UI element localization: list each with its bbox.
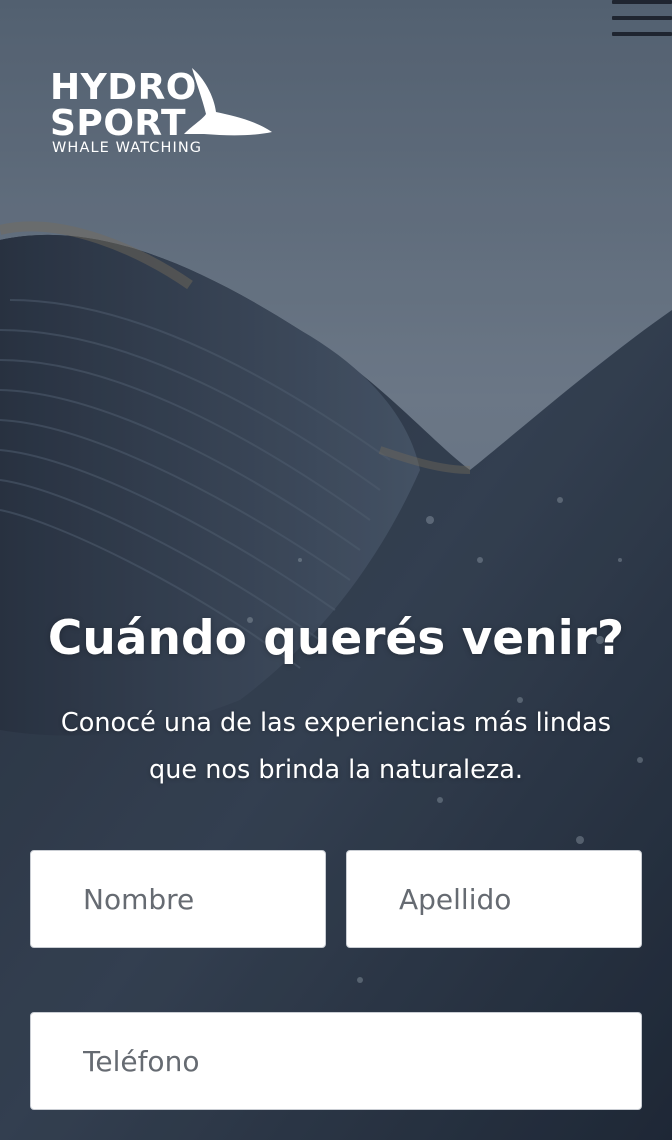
- logo-line-sport: SPORT: [50, 103, 187, 144]
- hydrosport-logo[interactable]: HYDRO SPORT WHALE WATCHING: [50, 68, 280, 160]
- phone-input[interactable]: [30, 1012, 642, 1110]
- whale-tail-icon: [184, 68, 272, 136]
- hamburger-menu-icon[interactable]: [612, 0, 672, 40]
- page-subtitle: Conocé una de las experiencias más linda…: [60, 708, 612, 785]
- logo-tagline: WHALE WATCHING: [52, 140, 203, 156]
- first-name-input[interactable]: [30, 850, 326, 948]
- last-name-input[interactable]: [346, 850, 642, 948]
- whale-background-image: [0, 0, 672, 1140]
- logo-line-hydro: HYDRO: [50, 67, 197, 108]
- page-title: Cuándo querés venir?: [47, 611, 625, 666]
